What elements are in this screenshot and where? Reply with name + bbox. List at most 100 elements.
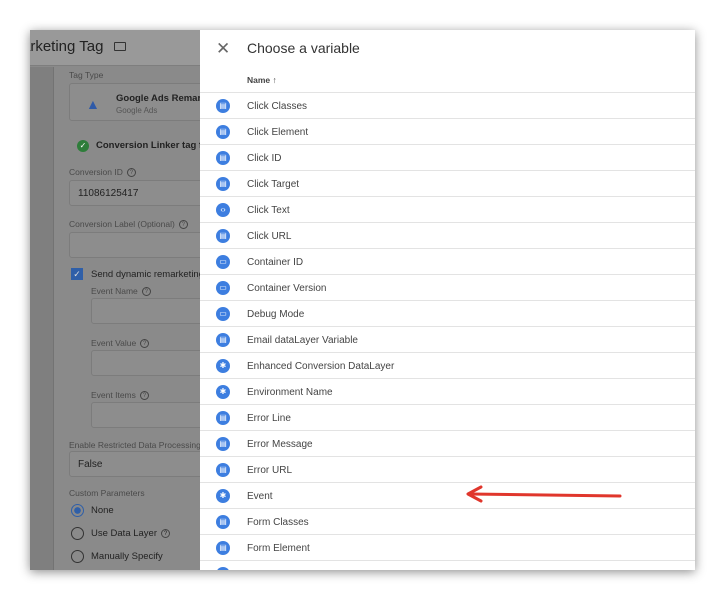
variable-row[interactable]: ▤ Click ID	[200, 144, 695, 170]
variable-name: Click Target	[247, 179, 300, 190]
window-variable-icon: ▭	[216, 281, 230, 295]
doc-variable-icon: ▤	[216, 333, 230, 347]
gear-variable-icon: ✱	[216, 359, 230, 373]
variable-row[interactable]: ▤ Click Target	[200, 170, 695, 196]
doc-variable-icon: ▤	[216, 437, 230, 451]
folder-icon[interactable]	[113, 42, 126, 51]
radio-none[interactable]	[71, 504, 84, 517]
gear-variable-icon: ✱	[216, 489, 230, 503]
variable-name: Debug Mode	[247, 309, 305, 320]
variable-row[interactable]: ▤ Error Message	[200, 430, 695, 456]
doc-variable-icon: ▤	[216, 463, 230, 477]
variable-name: Error Line	[247, 413, 291, 424]
event-value-label: Event Value?	[91, 338, 150, 349]
variable-row[interactable]: ▤ Form Element	[200, 534, 695, 560]
event-name-input[interactable]	[91, 298, 211, 324]
variable-name: Form Element	[247, 543, 310, 554]
name-column-header[interactable]: Name ↑	[247, 75, 277, 85]
close-icon[interactable]: ✕	[216, 39, 230, 59]
send-dynamic-label: Send dynamic remarketing	[91, 269, 204, 280]
help-icon[interactable]: ?	[178, 220, 188, 230]
doc-variable-icon: ▤	[216, 151, 230, 165]
event-items-input[interactable]	[91, 402, 211, 428]
variable-name: Click ID	[247, 153, 282, 164]
variable-name: Click Classes	[247, 101, 308, 112]
window-variable-icon: ▭	[216, 307, 230, 321]
help-icon[interactable]: ?	[126, 168, 136, 178]
variable-name: Click URL	[247, 231, 292, 242]
radio-manual[interactable]	[71, 550, 84, 563]
conversion-id-label: Conversion ID?	[69, 167, 136, 178]
tag-title: arketing Tag	[30, 38, 104, 55]
doc-variable-icon: ▤	[216, 515, 230, 529]
window-variable-icon: ▭	[216, 255, 230, 269]
radio-manual-label: Manually Specify	[91, 551, 163, 562]
conversion-label-label: Conversion Label (Optional)?	[69, 219, 188, 230]
variable-name: Container ID	[247, 257, 304, 268]
tag-editor-header: arketing Tag	[30, 30, 200, 66]
variable-row[interactable]: ▤ Click Element	[200, 118, 695, 144]
tag-type-vendor: Google Ads	[116, 106, 158, 115]
variable-row[interactable]: ▤	[200, 560, 695, 570]
tag-type-label: Tag Type	[69, 70, 104, 80]
variable-name: Email dataLayer Variable	[247, 335, 358, 346]
variable-row[interactable]: ▤ Error Line	[200, 404, 695, 430]
red-arrow-annotation	[466, 485, 622, 503]
help-icon[interactable]: ?	[140, 339, 150, 349]
check-circle-icon: ✓	[77, 140, 89, 152]
variable-row[interactable]: ✱ Environment Name	[200, 378, 695, 404]
send-dynamic-checkbox[interactable]: ✓	[71, 268, 83, 280]
variable-name: Click Element	[247, 127, 309, 138]
doc-variable-icon: ▤	[216, 99, 230, 113]
radio-data-layer[interactable]	[71, 527, 84, 540]
google-ads-logo-icon: ▲	[86, 96, 100, 112]
help-icon[interactable]: ?	[139, 391, 149, 401]
doc-variable-icon: ▤	[216, 125, 230, 139]
help-icon[interactable]: ?	[141, 287, 151, 297]
radio-none-label: None	[91, 505, 114, 516]
tag-type-name: Google Ads Remark	[116, 93, 207, 104]
variable-row[interactable]: ▭ Container Version	[200, 274, 695, 300]
event-items-label: Event Items?	[91, 390, 149, 401]
variable-name: Form Classes	[247, 517, 309, 528]
variable-name: Container Version	[247, 283, 327, 294]
radio-data-layer-label: Use Data Layer?	[91, 528, 171, 539]
doc-variable-icon: ▤	[216, 541, 230, 555]
variable-name: Error URL	[247, 465, 293, 476]
variable-name: Click Text	[247, 205, 290, 216]
linker-notice: Conversion Linker tag fo	[96, 140, 208, 151]
restricted-label: Enable Restricted Data Processing	[69, 440, 201, 450]
event-value-input[interactable]	[91, 350, 211, 376]
doc-variable-icon: ▤	[216, 567, 230, 570]
variable-row[interactable]: ✱ Enhanced Conversion DataLayer	[200, 352, 695, 378]
variable-row[interactable]: ▤ Form Classes	[200, 508, 695, 534]
variable-name: Enhanced Conversion DataLayer	[247, 361, 395, 372]
conversion-id-input[interactable]: 11086125417	[69, 180, 209, 206]
custom-params-label: Custom Parameters	[69, 488, 145, 498]
doc-variable-icon: ▤	[216, 411, 230, 425]
variable-row[interactable]: ▤ Email dataLayer Variable	[200, 326, 695, 352]
doc-variable-icon: ▤	[216, 177, 230, 191]
variable-row[interactable]: ▭ Container ID	[200, 248, 695, 274]
gear-variable-icon: ✱	[216, 385, 230, 399]
choose-variable-panel: ✕ Choose a variable Name ↑ ▤ Click Classe…	[200, 30, 695, 570]
variable-row[interactable]: ▤ Error URL	[200, 456, 695, 482]
event-name-label: Event Name?	[91, 286, 151, 297]
variable-row[interactable]: ▤ Click Classes	[200, 92, 695, 118]
help-icon[interactable]: ?	[161, 528, 171, 538]
window: arketing Tag Tag Type ▲ Google Ads Remar…	[30, 30, 695, 570]
variable-row[interactable]: ▭ Debug Mode	[200, 300, 695, 326]
side-gutter	[30, 67, 54, 570]
panel-title: Choose a variable	[247, 40, 360, 56]
variable-name: Event	[247, 491, 273, 502]
doc-variable-icon: ▤	[216, 229, 230, 243]
tag-type-card[interactable]: ▲ Google Ads Remark Google Ads	[69, 83, 209, 121]
conversion-label-input[interactable]	[69, 232, 209, 258]
tag-editor-backdrop: arketing Tag Tag Type ▲ Google Ads Remar…	[30, 30, 211, 570]
variable-name: Environment Name	[247, 387, 333, 398]
code-variable-icon: ‹›	[216, 203, 230, 217]
variable-name: Error Message	[247, 439, 313, 450]
variable-row[interactable]: ▤ Click URL	[200, 222, 695, 248]
variable-row[interactable]: ‹› Click Text	[200, 196, 695, 222]
restricted-select[interactable]: False	[69, 451, 209, 477]
